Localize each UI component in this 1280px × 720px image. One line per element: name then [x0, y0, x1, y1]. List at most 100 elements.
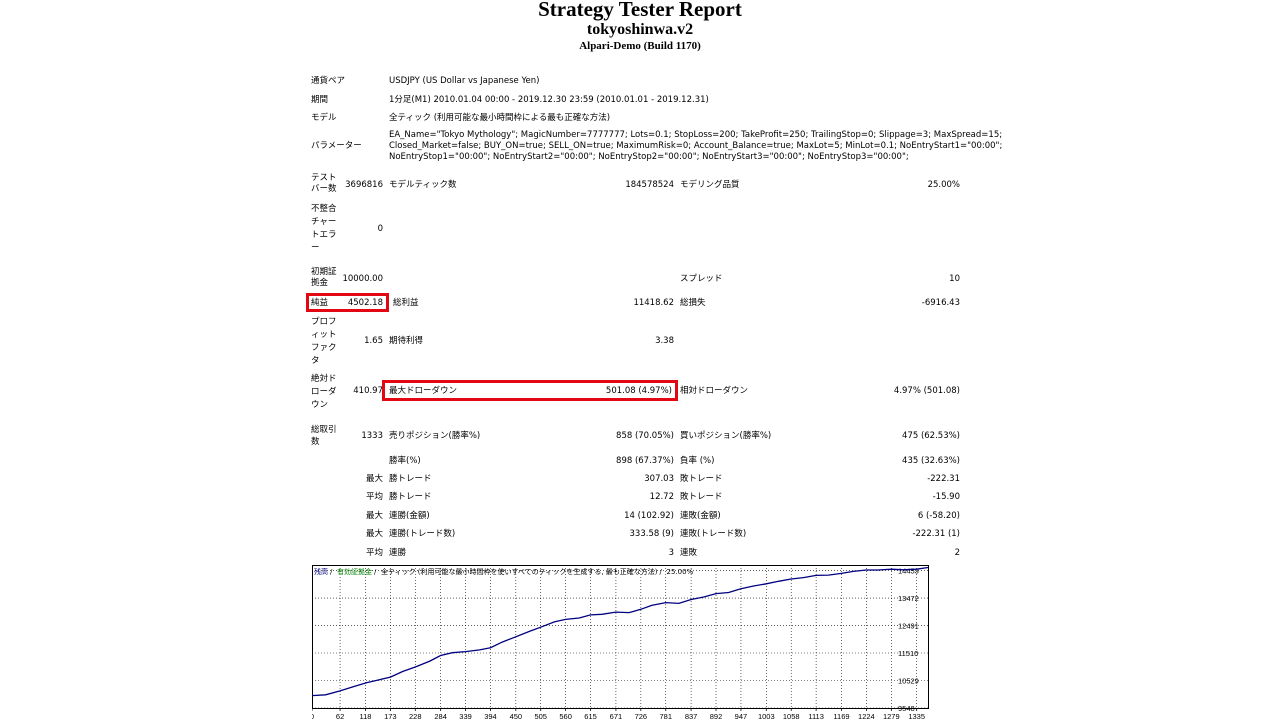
avg-win-value: 12.72	[649, 492, 674, 502]
x-tick-label: 837	[685, 712, 698, 720]
x-tick-label: 173	[384, 712, 397, 720]
bars-value: 3696816	[345, 180, 383, 190]
deposit-label: 初期証拠金	[311, 267, 337, 288]
x-tick-label: 450	[510, 712, 523, 720]
ea-name: tokyoshinwa.v2	[586, 21, 694, 38]
gross-loss-label: 総損失	[680, 298, 706, 308]
mismatch-value: 0	[377, 224, 383, 234]
avg-consec-win-value: 3	[668, 548, 674, 558]
gross-profit-label: 総利益	[393, 298, 419, 308]
max-prefix: 最大	[366, 474, 384, 484]
y-tick-label: 10529	[898, 677, 919, 686]
report-title: Strategy Tester Report	[538, 0, 742, 21]
largest-win-value: 307.03	[644, 474, 674, 484]
avg-prefix-2: 平均	[366, 548, 384, 558]
y-tick-label: 13472	[898, 594, 919, 603]
period-value: 1分足(M1) 2010.01.04 00:00 - 2019.12.30 23…	[389, 95, 709, 105]
x-tick-label: 726	[635, 712, 648, 720]
gross-profit-value: 11418.62	[633, 298, 674, 308]
y-tick-label: 9548	[898, 704, 915, 713]
spread-value: 10	[949, 274, 960, 284]
ticks-value: 184578524	[625, 180, 674, 190]
consec-loss-cnt-label: 連敗(トレード数)	[680, 529, 747, 539]
long-label: 買いポジション(勝率%)	[680, 431, 772, 441]
x-tick-label: 781	[659, 712, 672, 720]
x-tick-label: 615	[584, 712, 597, 720]
consec-wins-cnt-value: 333.58 (9)	[629, 529, 674, 539]
avg-prefix: 平均	[366, 492, 384, 502]
ticks-label: モデルティック数	[389, 180, 457, 190]
loss-value: 435 (32.63%)	[902, 456, 960, 466]
max-prefix-2: 最大	[366, 511, 384, 521]
y-tick-label: 12491	[898, 622, 919, 631]
balance-chart: 0 62 118 173 228 284 339 394 450 505 560 615 671 726 7…	[312, 565, 929, 720]
model-label: モデル	[311, 113, 337, 123]
x-tick-label: 671	[610, 712, 623, 720]
x-tick-label: 1335	[908, 712, 925, 720]
symbol-label: 通貨ペア	[311, 76, 346, 86]
win-label: 勝率(%)	[389, 456, 421, 466]
avg-win-label: 勝トレード	[389, 492, 432, 502]
legend-item: 25.00%	[667, 568, 694, 576]
consec-wins-amt-value: 14 (102.92)	[624, 511, 674, 521]
rel-dd-label: 相対ドローダウン	[680, 386, 749, 396]
short-value: 858 (70.05%)	[616, 431, 674, 441]
x-tick-label: 1279	[883, 712, 900, 720]
y-tick-label: 14453	[898, 567, 919, 576]
period-label: 期間	[311, 95, 329, 105]
gross-loss-value: -6916.43	[921, 298, 960, 308]
x-tick-label: 228	[409, 712, 422, 720]
consec-wins-amt-label: 連勝(金額)	[389, 511, 430, 521]
x-tick-label: 118	[359, 712, 371, 720]
deposit-value: 10000.00	[342, 274, 383, 284]
x-tick-label: 1003	[758, 712, 775, 720]
bars-label: テストバー数	[311, 173, 337, 194]
x-tick-label: 560	[559, 712, 572, 720]
loss-label: 負率 (%)	[680, 456, 715, 466]
rel-dd-value: 4.97% (501.08)	[893, 386, 960, 396]
server-build: Alpari-Demo (Build 1170)	[579, 40, 701, 52]
abs-dd-value: 410.97	[353, 386, 383, 396]
x-tick-label: 947	[735, 712, 748, 720]
x-tick-label: 0	[312, 712, 314, 720]
abs-dd-label: 絶対ドローダウン	[311, 374, 337, 410]
expected-value: 3.38	[655, 336, 674, 346]
x-tick-label: 1169	[833, 712, 849, 720]
symbol-value: USDJPY (US Dollar vs Japanese Yen)	[389, 76, 540, 86]
avg-loss-value: -15.90	[932, 492, 960, 502]
short-label: 売りポジション(勝率%)	[389, 431, 481, 441]
x-tick-label: 1058	[783, 712, 800, 720]
params-label: パラメーター	[311, 141, 362, 151]
mismatch-label: 不整合チャートエラー	[311, 204, 337, 253]
x-tick-label: 284	[434, 712, 447, 720]
legend-item: 残高	[314, 567, 328, 576]
x-tick-label: 1113	[808, 712, 824, 720]
largest-loss-value: -222.31	[927, 474, 960, 484]
legend-item: 全ティック (利用可能な最小時間枠を使いすべてのティックを生成する, 最も正確な…	[381, 567, 658, 576]
expected-label: 期待利得	[389, 336, 424, 346]
pf-value: 1.65	[364, 336, 383, 346]
pf-label: プロフィットファクタ	[311, 317, 337, 366]
long-value: 475 (62.53%)	[902, 431, 960, 441]
net-profit-highlight	[306, 293, 389, 312]
spread-label: スプレッド	[680, 274, 723, 284]
quality-label: モデリング品質	[680, 180, 740, 190]
chart-frame	[312, 565, 929, 709]
trades-value: 1333	[361, 431, 383, 441]
avg-consec-loss-value: 2	[954, 548, 960, 558]
win-value: 898 (67.37%)	[616, 456, 674, 466]
consec-loss-amt-label: 連敗(金額)	[680, 511, 721, 521]
avg-consec-loss-label: 連敗	[680, 548, 698, 558]
avg-loss-label: 敗トレード	[680, 492, 723, 502]
legend-item: 有効証拠金	[337, 567, 372, 576]
x-tick-label: 1224	[858, 712, 875, 720]
largest-win-label: 勝トレード	[389, 474, 432, 484]
avg-consec-win-label: 連勝	[389, 548, 407, 558]
x-tick-label: 505	[534, 712, 547, 720]
trades-label: 総取引数	[311, 425, 337, 447]
x-tick-label: 394	[484, 712, 497, 720]
max-drawdown-highlight	[382, 380, 678, 401]
x-tick-label: 62	[336, 712, 344, 720]
quality-value: 25.00%	[927, 180, 960, 190]
x-tick-label: 892	[710, 712, 723, 720]
